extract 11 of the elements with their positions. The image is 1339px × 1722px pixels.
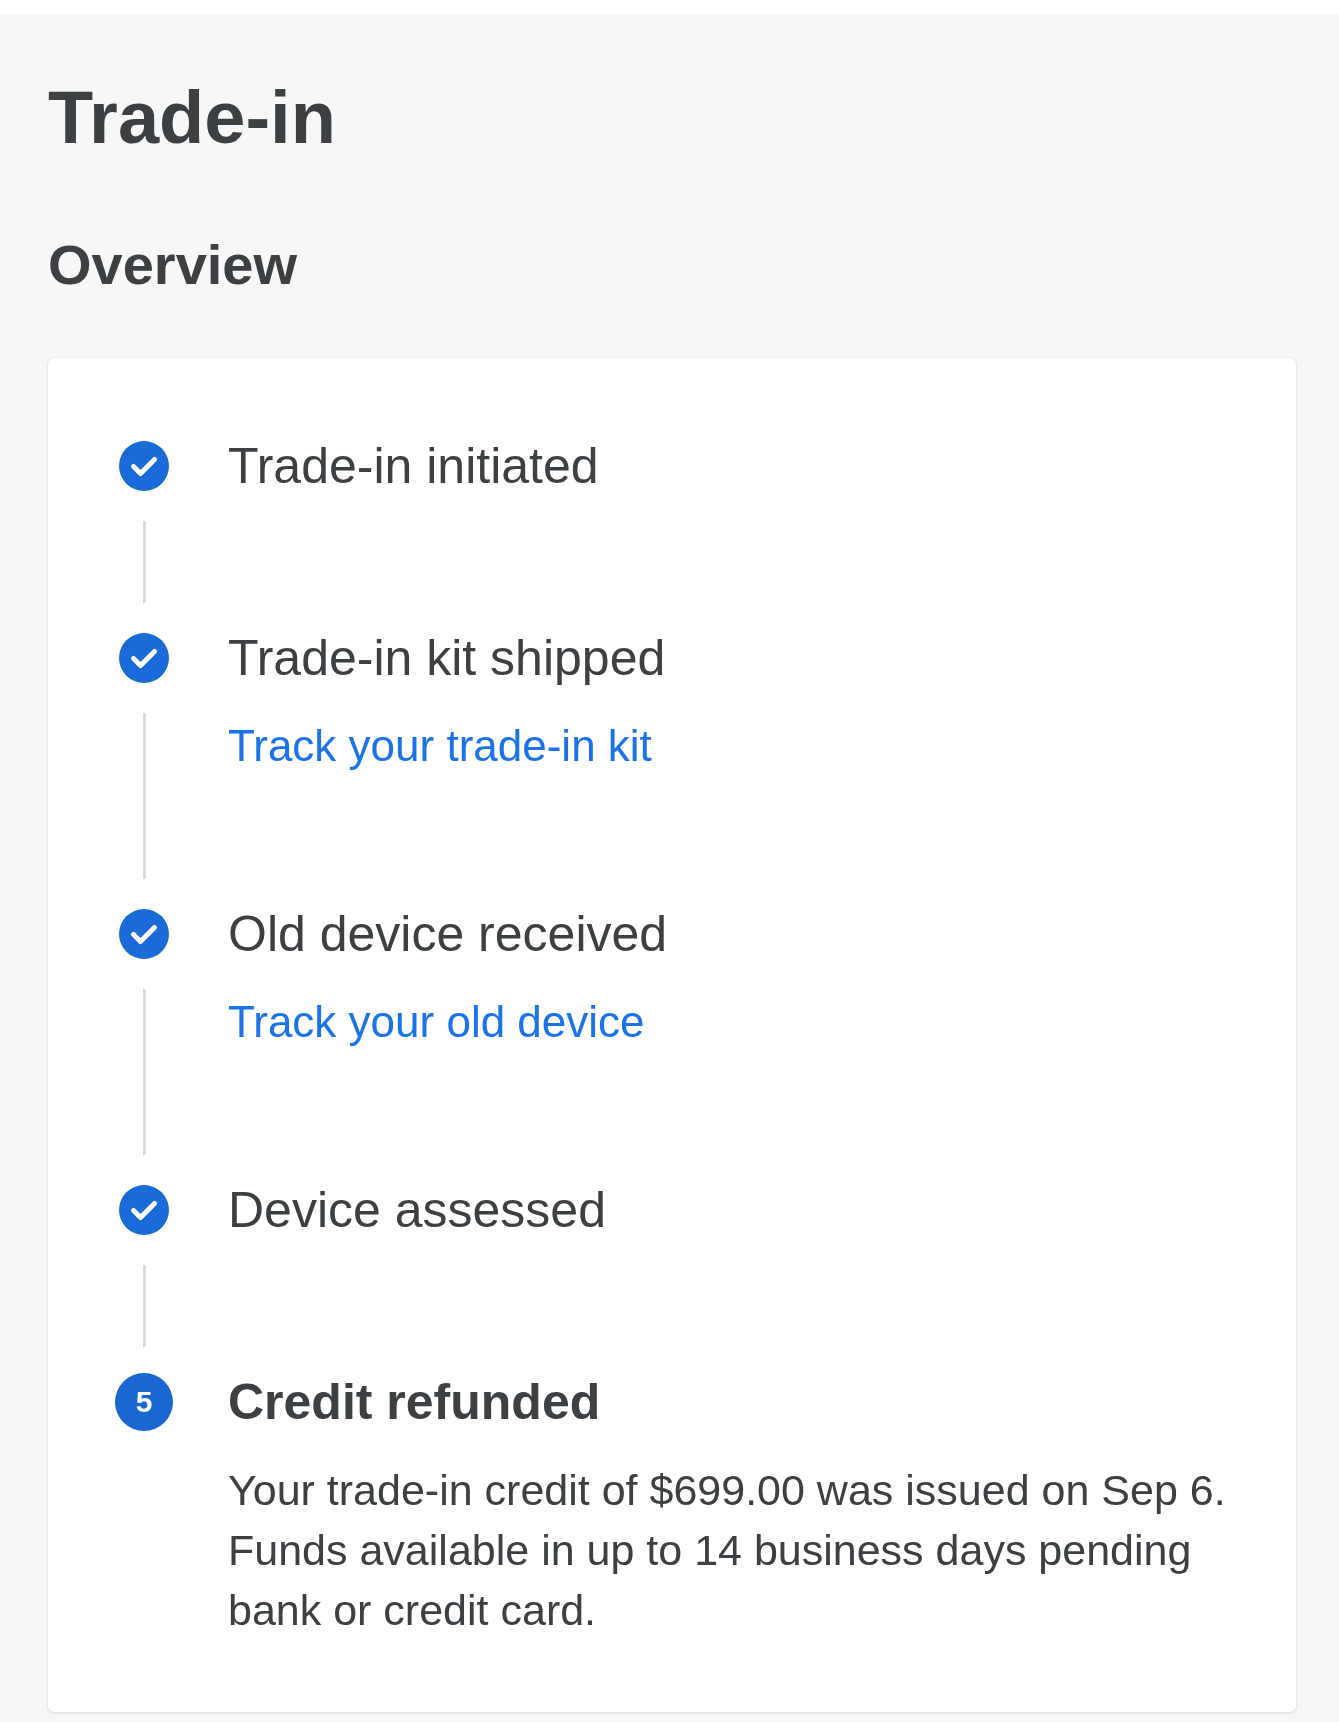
step-title: Trade-in kit shipped	[228, 629, 666, 688]
section-heading: Overview	[48, 237, 298, 293]
step-title: Trade-in initiated	[228, 437, 599, 496]
step-number: 5	[115, 1373, 173, 1431]
page-title: Trade-in	[48, 81, 336, 155]
step-title: Credit refunded	[228, 1373, 601, 1432]
tracking-link[interactable]: Track your trade-in kit	[228, 716, 652, 776]
step-description: Your trade-in credit of $699.00 was issued on Sep 6. Funds available in up to 14 business days pending bank or credit card.	[228, 1465, 1227, 1636]
step-title: Old device received	[228, 905, 668, 964]
step-title: Device assessed	[228, 1181, 606, 1240]
tracking-link[interactable]: Track your old device	[228, 992, 645, 1052]
